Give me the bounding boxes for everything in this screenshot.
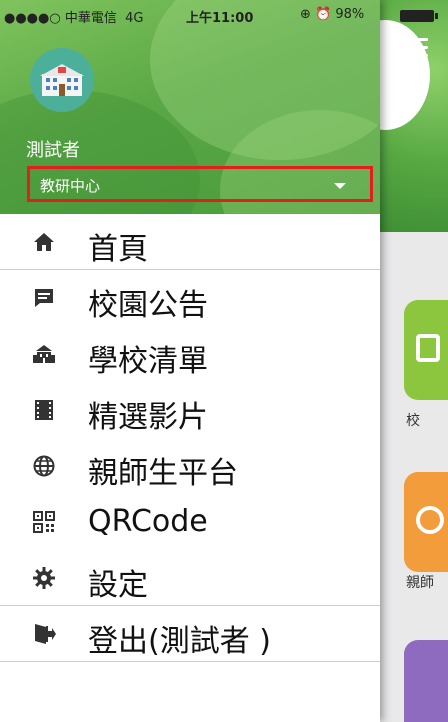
menu-item-label: 校園公告 bbox=[88, 288, 208, 323]
main-banner bbox=[380, 0, 448, 232]
rotation-lock-icon: ⊕ bbox=[300, 7, 311, 22]
home-icon bbox=[34, 233, 54, 251]
logout-icon bbox=[35, 624, 56, 644]
menu-item-home[interactable]: 首頁 bbox=[0, 214, 380, 270]
menu-item-qrcode[interactable]: QRCode bbox=[0, 494, 380, 550]
menu-item-label: 首頁 bbox=[88, 232, 148, 267]
school-icon bbox=[33, 345, 55, 363]
globe-icon bbox=[416, 506, 444, 534]
carrier-info: ●●●●○ 中華電信 4G bbox=[4, 7, 144, 26]
tile-label: 校 bbox=[406, 413, 420, 429]
school-building-icon bbox=[40, 64, 84, 96]
bookmark-icon bbox=[416, 334, 440, 362]
menu-item-logout[interactable]: 登出(測試者 ) bbox=[0, 606, 380, 662]
alarm-icon: ⏰ bbox=[315, 7, 332, 22]
menu-item-settings[interactable]: 設定 bbox=[0, 550, 380, 606]
dropdown-caret-icon bbox=[334, 183, 346, 189]
menu-item-videos[interactable]: 精選影片 bbox=[0, 382, 380, 438]
film-icon bbox=[35, 400, 53, 420]
menu-item-platform[interactable]: 親師生平台 bbox=[0, 438, 380, 494]
gear-icon bbox=[33, 567, 55, 589]
tile-label: 親師 bbox=[406, 575, 434, 591]
tile[interactable] bbox=[404, 640, 448, 722]
navigation-drawer: 測試者 教研中心 首頁 校園公告 學校清單 精選影片 親師生平台 QRCode … bbox=[0, 0, 380, 722]
drawer-menu: 首頁 校園公告 學校清單 精選影片 親師生平台 QRCode 設定 登出(測試者… bbox=[0, 214, 380, 662]
menu-item-announcements[interactable]: 校園公告 bbox=[0, 270, 380, 326]
battery-percent: 98% bbox=[335, 7, 365, 22]
department-select[interactable]: 教研中心 bbox=[27, 166, 373, 202]
status-bar: ●●●●○ 中華電信 4G 上午11:00 ⊕ ⏰ 98% bbox=[0, 0, 448, 30]
menu-item-label: 設定 bbox=[88, 568, 148, 603]
menu-item-label: 學校清單 bbox=[88, 344, 208, 379]
menu-item-label: 精選影片 bbox=[88, 400, 208, 435]
globe-icon bbox=[33, 455, 55, 477]
drawer-header: 測試者 教研中心 bbox=[0, 0, 380, 214]
menu-item-school-list[interactable]: 學校清單 bbox=[0, 326, 380, 382]
main-screen: 校 親師 bbox=[380, 0, 448, 722]
announcement-tile[interactable] bbox=[404, 300, 448, 400]
user-name: 測試者 bbox=[26, 140, 80, 161]
signal-icon: ●●●●○ bbox=[4, 11, 61, 26]
menu-item-label: 登出(測試者 ) bbox=[88, 624, 271, 659]
platform-tile[interactable] bbox=[404, 472, 448, 572]
menu-icon[interactable] bbox=[400, 38, 428, 58]
clock: 上午11:00 bbox=[186, 11, 254, 26]
status-icons: ⊕ ⏰ 98% bbox=[300, 7, 364, 22]
avatar[interactable] bbox=[30, 48, 94, 112]
menu-item-label: 親師生平台 bbox=[88, 456, 238, 491]
battery-icon bbox=[400, 10, 438, 22]
network-type: 4G bbox=[125, 11, 144, 26]
menu-item-label: QRCode bbox=[88, 504, 208, 539]
message-icon bbox=[35, 289, 53, 307]
qrcode-icon bbox=[33, 511, 55, 533]
department-value: 教研中心 bbox=[40, 177, 101, 195]
carrier-name: 中華電信 bbox=[64, 11, 117, 26]
